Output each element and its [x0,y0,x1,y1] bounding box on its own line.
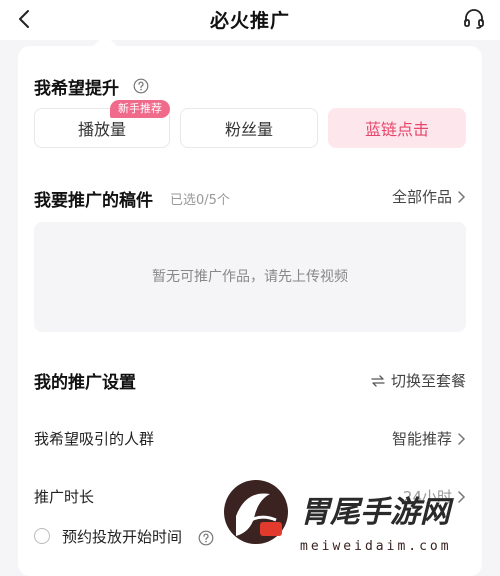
works-empty-state: 暂无可推广作品，请先上传视频 [34,222,466,332]
beginner-recommend-badge: 新手推荐 [110,100,170,118]
blue-link-click-option-label: 蓝链点击 [364,120,429,139]
boost-section-title: 我希望提升 [34,79,119,99]
follower-count-option[interactable]: 粉丝量 [180,108,318,148]
selected-count: 已选0/5个 [170,193,230,208]
headset-icon[interactable] [462,7,486,31]
all-works-link-label: 全部作品 [391,188,452,206]
schedule-start-radio[interactable] [34,528,50,544]
switch-to-package-link[interactable]: 切换至套餐 [371,370,466,391]
schedule-start-label: 预约投放开始时间 [62,528,183,546]
follower-count-option-label: 粉丝量 [224,120,273,139]
switch-to-package-label: 切换至套餐 [390,372,466,390]
chevron-right-icon [458,432,466,445]
empty-state-text: 暂无可推广作品，请先上传视频 [152,269,348,285]
all-works-link[interactable]: 全部作品 [392,186,466,207]
svg-text:meiweidaim.com: meiweidaim.com [300,539,452,554]
site-watermark-logo: 胃尾手游网 meiweidaim.com [224,480,454,554]
top-bar: 必火推广 [0,0,500,40]
target-audience-value: 智能推荐 [391,430,452,448]
works-section-title: 我要推广的稿件 [34,191,153,211]
page-title: 必火推广 [209,10,290,32]
target-audience-selector[interactable]: 智能推荐 [392,428,466,449]
chevron-right-icon [458,190,466,203]
promotion-duration-label: 推广时长 [34,488,95,506]
play-count-option-label: 播放量 [77,120,126,139]
help-icon[interactable] [133,78,149,94]
blue-link-click-option[interactable]: 蓝链点击 [328,108,466,148]
target-audience-label: 我希望吸引的人群 [34,430,155,448]
switch-arrows-icon [371,374,385,387]
svg-text:胃尾手游网: 胃尾手游网 [300,495,454,530]
settings-section-title: 我的推广设置 [34,373,136,393]
